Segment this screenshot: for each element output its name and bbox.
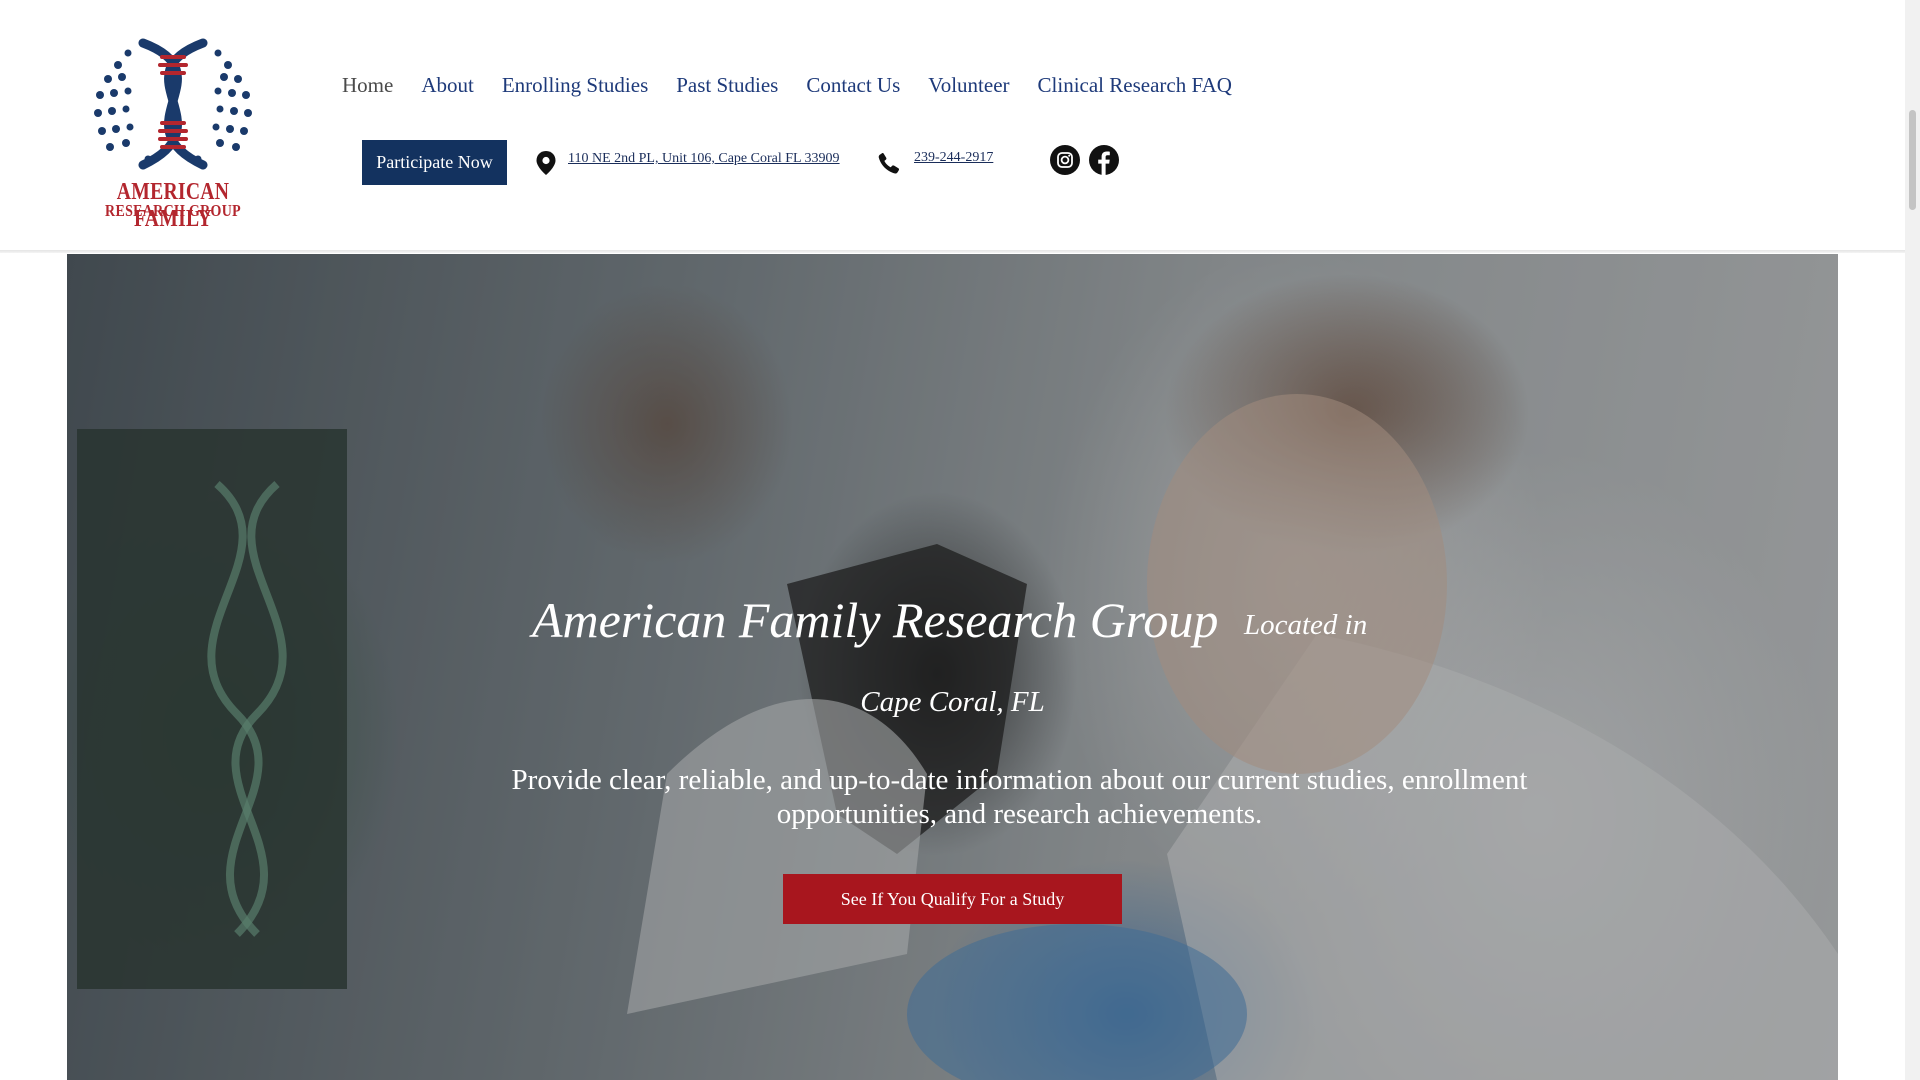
address-link[interactable]: 110 NE 2nd PL, Unit 106, Cape Coral FL 3…	[568, 151, 840, 167]
location-pin-icon	[536, 151, 556, 175]
nav-volunteer[interactable]: Volunteer	[914, 73, 1023, 98]
hero-located-text: Located in	[1244, 609, 1368, 641]
dna-logo-icon	[94, 38, 252, 170]
page-scrollbar[interactable]	[1905, 0, 1920, 1080]
logo[interactable]: AMERICAN FAMILY RESEARCH GROUP	[78, 35, 268, 232]
site-header: AMERICAN FAMILY RESEARCH GROUP Home Abou…	[0, 0, 1905, 253]
nav-about[interactable]: About	[407, 73, 488, 98]
hero-overlay	[67, 254, 1838, 1080]
phone-icon	[878, 152, 900, 174]
main-nav: Home About Enrolling Studies Past Studie…	[332, 70, 1246, 100]
header-divider	[0, 250, 1905, 253]
qualify-study-button[interactable]: See If You Qualify For a Study	[783, 874, 1122, 924]
hero-title: American Family Research Group	[532, 592, 1219, 648]
hero-section: American Family Research Group Located i…	[67, 254, 1838, 1080]
nav-clinical-research-faq[interactable]: Clinical Research FAQ	[1024, 73, 1246, 98]
nav-past-studies[interactable]: Past Studies	[662, 73, 792, 98]
nav-home[interactable]: Home	[332, 73, 407, 98]
participate-now-button[interactable]: Participate Now	[362, 140, 507, 185]
instagram-icon[interactable]	[1050, 145, 1080, 175]
facebook-icon[interactable]	[1089, 145, 1119, 175]
hero-city: Cape Coral, FL	[860, 686, 1045, 718]
nav-contact-us[interactable]: Contact Us	[792, 73, 914, 98]
logo-text-line2: RESEARCH GROUP	[105, 201, 241, 220]
scrollbar-thumb[interactable]	[1909, 110, 1916, 210]
nav-enrolling-studies[interactable]: Enrolling Studies	[488, 73, 662, 98]
phone-link[interactable]: 239-244-2917	[914, 150, 993, 166]
hero-description: Provide clear, reliable, and up-to-date …	[511, 764, 1528, 830]
